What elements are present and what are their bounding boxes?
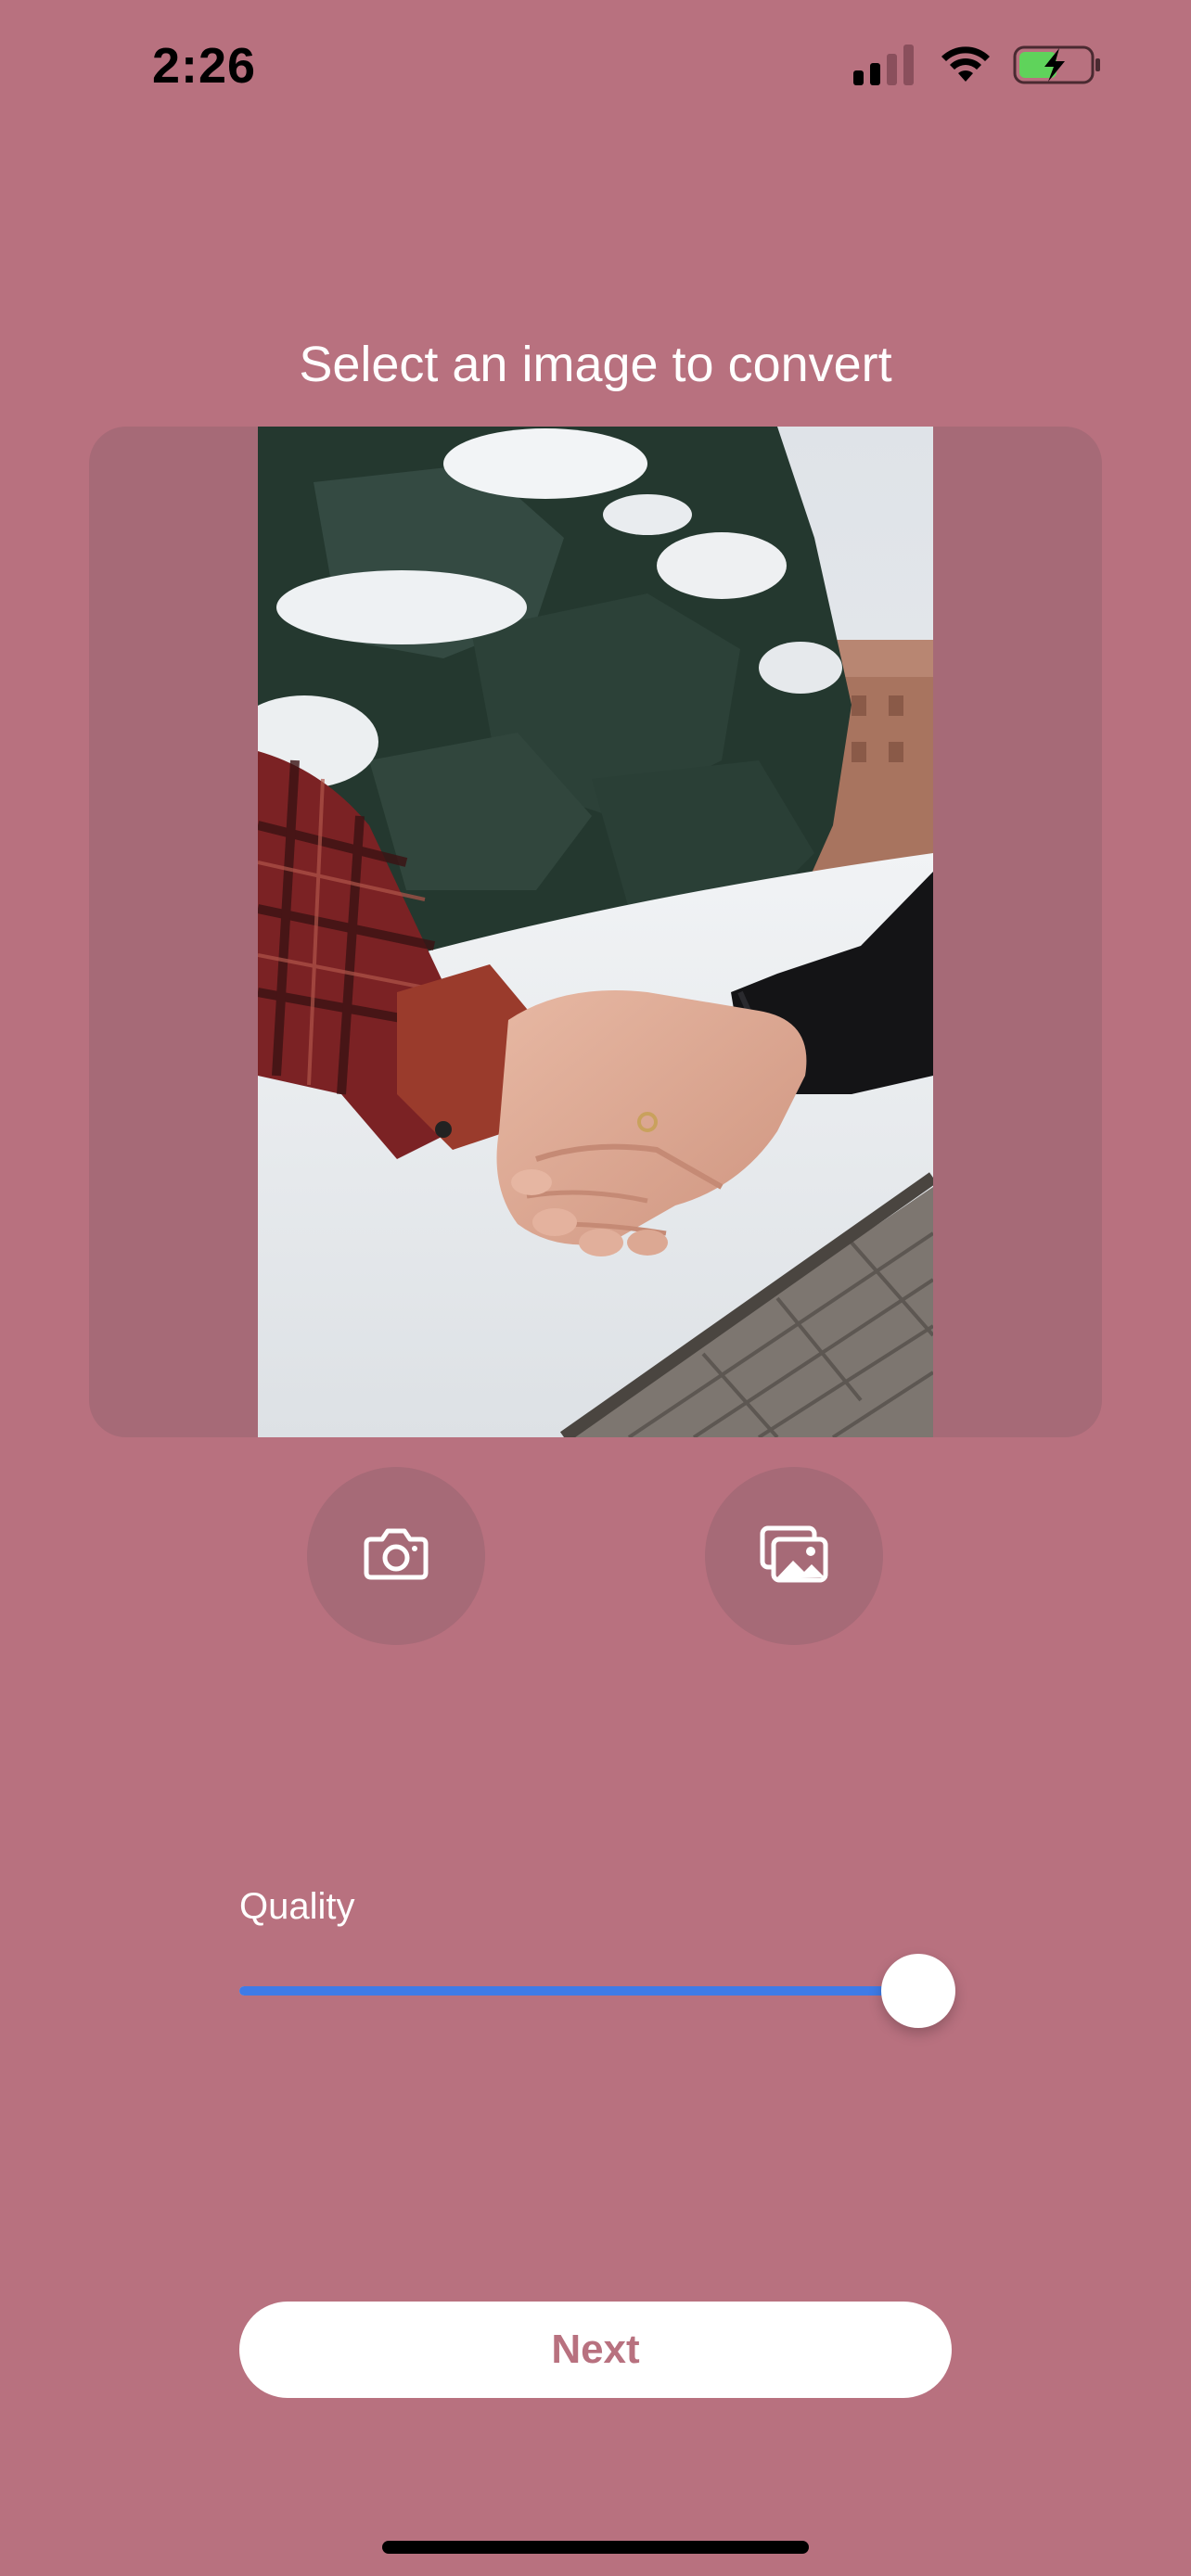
quality-slider-fill — [239, 1986, 918, 1996]
selected-photo — [258, 427, 933, 1437]
status-icons — [853, 45, 1102, 90]
photo-library-icon — [760, 1525, 828, 1588]
take-photo-button[interactable] — [307, 1467, 485, 1645]
status-time: 2:26 — [152, 38, 257, 94]
home-indicator — [382, 2541, 809, 2554]
camera-icon — [364, 1528, 429, 1585]
quality-label: Quality — [239, 1886, 355, 1927]
quality-slider-thumb[interactable] — [880, 1954, 955, 2028]
cellular-signal-icon — [853, 45, 918, 90]
image-preview-panel[interactable] — [89, 427, 1102, 1437]
page-title: Select an image to convert — [299, 337, 892, 392]
battery-charging-icon — [1013, 45, 1102, 90]
wifi-icon — [939, 45, 992, 90]
quality-slider[interactable] — [239, 1947, 955, 2031]
choose-from-library-button[interactable] — [705, 1467, 883, 1645]
next-button[interactable]: Next — [239, 2302, 952, 2398]
